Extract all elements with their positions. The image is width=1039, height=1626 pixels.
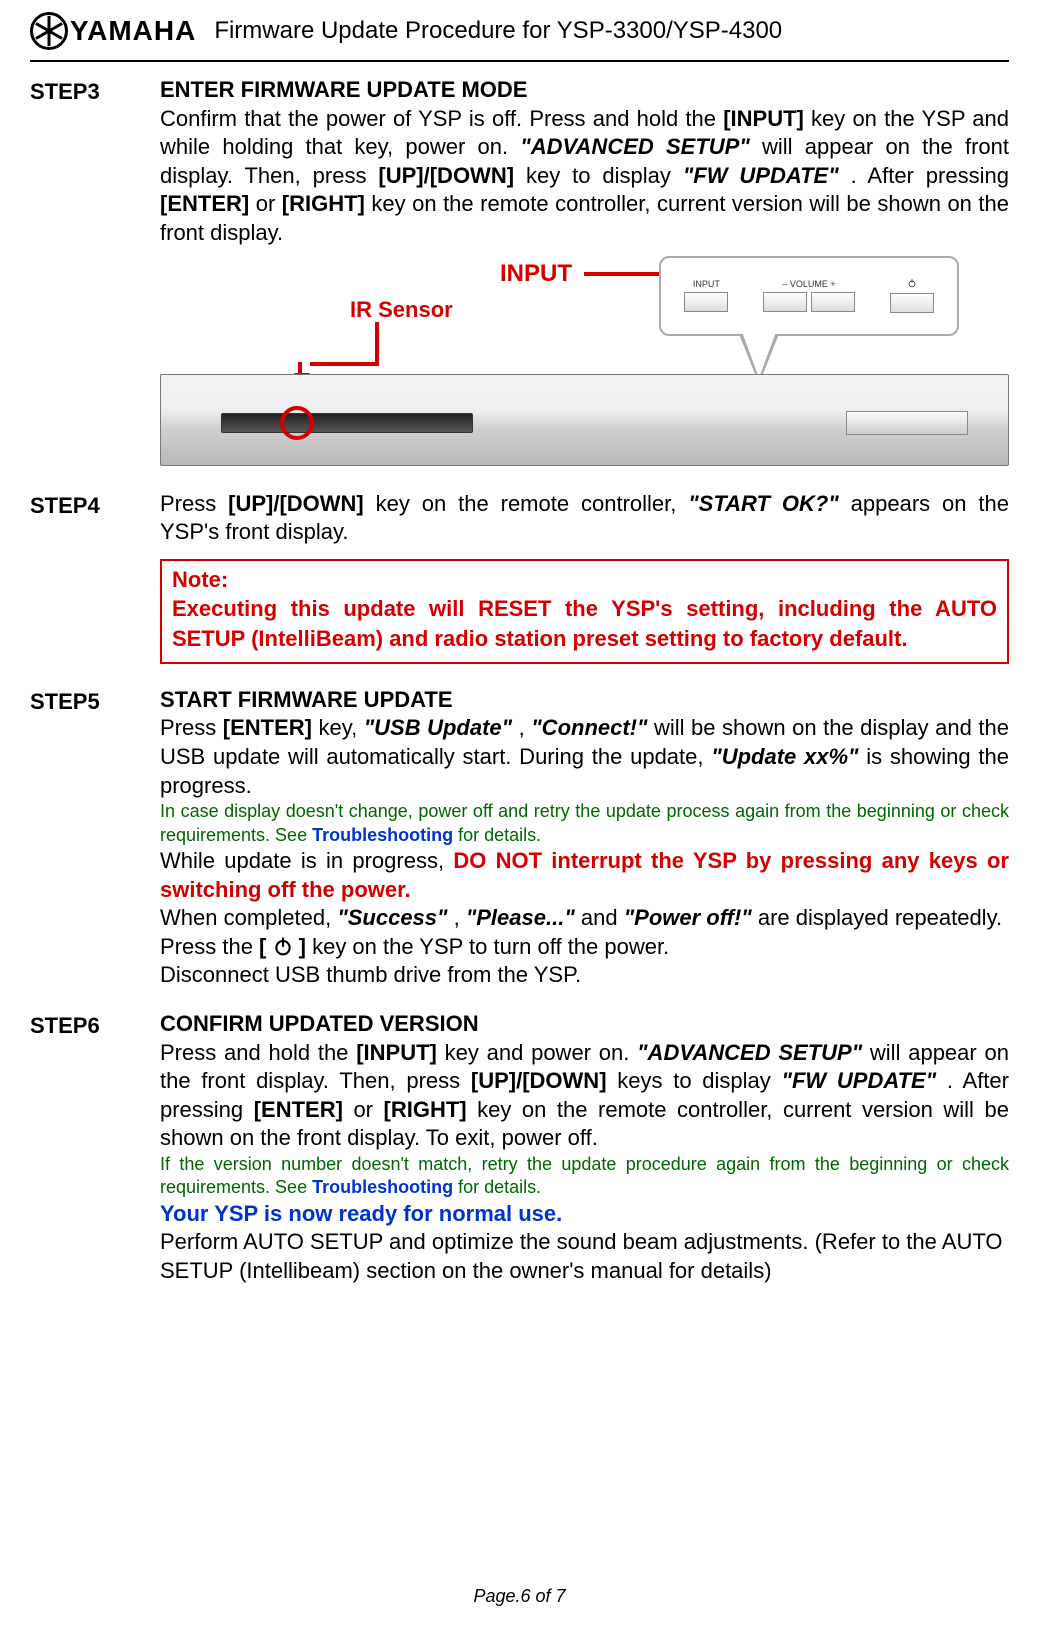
step4-body: Press [UP]/[DOWN] key on the remote cont…: [160, 490, 1009, 664]
step6-label: STEP6: [30, 1010, 130, 1286]
callout-power-label: [907, 278, 917, 292]
step6-p1d: keys to display: [617, 1068, 781, 1093]
step3-body: ENTER FIRMWARE UPDATE MODE Confirm that …: [160, 76, 1009, 470]
step6: STEP6 CONFIRM UPDATED VERSION Press and …: [30, 1010, 1009, 1286]
step4: STEP4 Press [UP]/[DOWN] key on the remot…: [30, 490, 1009, 664]
note-box: Note: Executing this update will RESET t…: [160, 559, 1009, 664]
step5-update-pct: "Update xx%": [711, 744, 858, 769]
step6-green1a: If the version number doesn't match, ret…: [160, 1154, 1009, 1197]
note-title: Note:: [172, 567, 228, 592]
step5-enter-key: [ENTER]: [223, 715, 312, 740]
callout-input-label: INPUT: [693, 279, 720, 291]
step5-p1b: key,: [318, 715, 363, 740]
step3-adv-setup: "ADVANCED SETUP": [520, 134, 749, 159]
step6-p1f: or: [353, 1097, 383, 1122]
step5-green1b: for details.: [453, 825, 541, 845]
step3-t5: . After pressing: [851, 163, 1009, 188]
step5-please: "Please...": [466, 905, 575, 930]
callout-volume-label: – VOLUME +: [782, 279, 835, 291]
ir-sensor-highlight-icon: [280, 406, 314, 440]
step6-right-key: [RIGHT]: [384, 1097, 467, 1122]
step5-success: "Success": [337, 905, 447, 930]
step5-p2a: While update is in progress,: [160, 848, 453, 873]
step6-troubleshooting-link[interactable]: Troubleshooting: [312, 1177, 453, 1197]
step6-green1b: for details.: [453, 1177, 541, 1197]
step4-start-ok: "START OK?": [688, 491, 839, 516]
callout-vol-minus-button: [763, 292, 807, 312]
step3-heading: ENTER FIRMWARE UPDATE MODE: [160, 77, 527, 102]
page-footer: Page.6 of 7: [0, 1585, 1039, 1608]
step6-adv-setup: "ADVANCED SETUP": [637, 1040, 862, 1065]
step5-p3b: ,: [454, 905, 466, 930]
brand-logo: YAMAHA: [30, 12, 196, 50]
step5-green-note: In case display doesn't change, power of…: [160, 800, 1009, 847]
step6-p1a: Press and hold the: [160, 1040, 356, 1065]
callout-power-button: [890, 293, 934, 313]
callout-input-button: [684, 292, 728, 312]
step3-t4: key to display: [526, 163, 683, 188]
step6-body: CONFIRM UPDATED VERSION Press and hold t…: [160, 1010, 1009, 1286]
step6-ready: Your YSP is now ready for normal use.: [160, 1201, 562, 1226]
step6-green-note: If the version number doesn't match, ret…: [160, 1153, 1009, 1200]
step5-p1c: ,: [519, 715, 532, 740]
step5-usb-update: "USB Update": [364, 715, 512, 740]
step5-green1a: In case display doesn't change, power of…: [160, 801, 1009, 844]
note-body: Executing this update will RESET the YSP…: [172, 596, 997, 651]
step3-t1: Confirm that the power of YSP is off. Pr…: [160, 106, 723, 131]
step4-t2: key on the remote controller,: [376, 491, 689, 516]
step6-heading: CONFIRM UPDATED VERSION: [160, 1011, 479, 1036]
step5-p3c: and: [581, 905, 624, 930]
input-callout-label: INPUT: [500, 258, 572, 289]
step4-updown-key: [UP]/[DOWN]: [228, 491, 364, 516]
step5-body: START FIRMWARE UPDATE Press [ENTER] key,…: [160, 686, 1009, 990]
step6-fw-update: "FW UPDATE": [782, 1068, 937, 1093]
step5-poweroff-msg: "Power off!": [624, 905, 752, 930]
top-panel-callout: INPUT – VOLUME +: [659, 256, 959, 336]
step6-input-key: [INPUT]: [356, 1040, 437, 1065]
power-icon: [273, 936, 293, 956]
step4-t1: Press: [160, 491, 228, 516]
step6-p1b: key and power on.: [445, 1040, 638, 1065]
tuning-forks-icon: [30, 12, 68, 50]
step5-troubleshooting-link[interactable]: Troubleshooting: [312, 825, 453, 845]
device-right-panel: [846, 411, 968, 435]
step3-input-key: [INPUT]: [723, 106, 804, 131]
step6-updown-key: [UP]/[DOWN]: [471, 1068, 607, 1093]
step5-disconnect-usb: Disconnect USB thumb drive from the YSP.: [160, 961, 1009, 990]
step4-label: STEP4: [30, 490, 130, 664]
step6-enter-key: [ENTER]: [254, 1097, 343, 1122]
step3-t6: or: [256, 191, 282, 216]
step5-p3a: When completed,: [160, 905, 337, 930]
brand-logo-text: YAMAHA: [70, 13, 196, 49]
step3-fw-update: "FW UPDATE": [683, 163, 839, 188]
step3-right-key: [RIGHT]: [282, 191, 365, 216]
step5-bracket-left: [: [259, 934, 272, 959]
callout-vol-plus-button: [811, 292, 855, 312]
step3-updown-key: [UP]/[DOWN]: [378, 163, 514, 188]
step5-connect: "Connect!": [531, 715, 647, 740]
step5-p3e: key on the YSP to turn off the power.: [312, 934, 669, 959]
step6-p2: Perform AUTO SETUP and optimize the soun…: [160, 1229, 1003, 1283]
device-diagram: INPUT IR Sensor INPUT: [160, 256, 1009, 466]
step5-p1a: Press: [160, 715, 223, 740]
step3: STEP3 ENTER FIRMWARE UPDATE MODE Confirm…: [30, 76, 1009, 470]
step5-bracket-right: ]: [293, 934, 306, 959]
device-display-slot: [221, 413, 473, 433]
step3-label: STEP3: [30, 76, 130, 470]
page-header: YAMAHA Firmware Update Procedure for YSP…: [30, 12, 1009, 62]
step5-heading: START FIRMWARE UPDATE: [160, 687, 453, 712]
step3-enter-key: [ENTER]: [160, 191, 249, 216]
document-title: Firmware Update Procedure for YSP-3300/Y…: [214, 15, 782, 46]
step5: STEP5 START FIRMWARE UPDATE Press [ENTER…: [30, 686, 1009, 990]
step5-label: STEP5: [30, 686, 130, 990]
ir-sensor-label: IR Sensor: [350, 296, 453, 325]
